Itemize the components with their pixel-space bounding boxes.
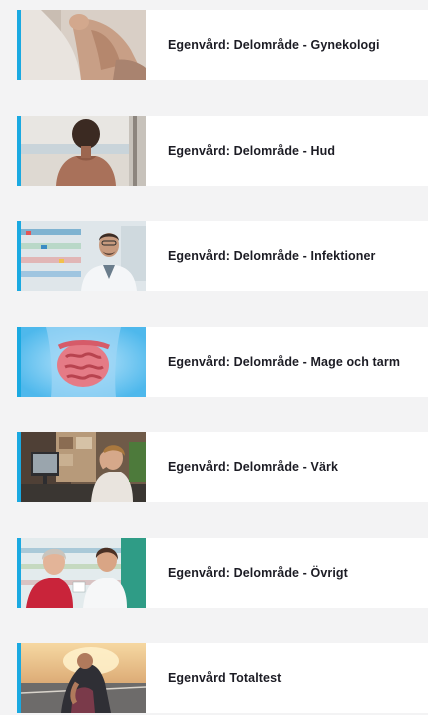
course-title: Egenvård: Delområde - Gynekologi [168, 38, 380, 52]
course-card-ovrigt[interactable]: Egenvård: Delområde - Övrigt [17, 538, 428, 608]
pharmacist-customer-photo [21, 538, 146, 608]
runner-knee-photo [21, 643, 146, 713]
woman-at-desk-photo [21, 432, 146, 502]
course-card-vark[interactable]: Egenvård: Delområde - Värk [17, 432, 428, 502]
course-title: Egenvård: Delområde - Värk [168, 460, 339, 474]
course-title: Egenvård Totaltest [168, 671, 282, 685]
pharmacist-man-photo [21, 221, 146, 291]
course-title: Egenvård: Delområde - Mage och tarm [168, 355, 401, 369]
course-card-infektioner[interactable]: Egenvård: Delområde - Infektioner [17, 221, 428, 291]
course-list: Egenvård: Delområde - Gynekologi Egenvår… [0, 0, 428, 715]
course-title: Egenvård: Delområde - Övrigt [168, 566, 348, 580]
woman-back-pain-photo [21, 10, 146, 80]
course-card-totaltest[interactable]: Egenvård Totaltest [17, 643, 428, 713]
intestines-illustration [21, 327, 146, 397]
course-card-hud[interactable]: Egenvård: Delområde - Hud [17, 116, 428, 186]
course-card-mage-och-tarm[interactable]: Egenvård: Delområde - Mage och tarm [17, 327, 428, 397]
course-title: Egenvård: Delområde - Hud [168, 144, 336, 158]
bare-back-woman-photo [21, 116, 146, 186]
course-card-gynekologi[interactable]: Egenvård: Delområde - Gynekologi [17, 10, 428, 80]
course-title: Egenvård: Delområde - Infektioner [168, 249, 376, 263]
